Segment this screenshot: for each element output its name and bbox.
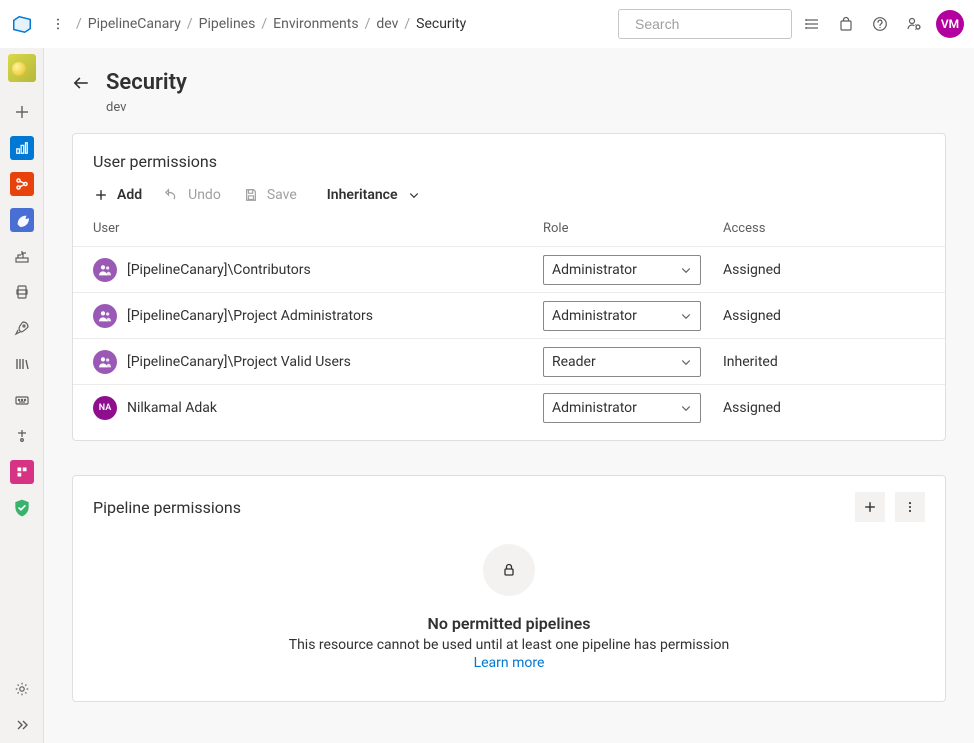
role-value: Administrator	[552, 262, 637, 278]
user-name: Nilkamal Adak	[127, 400, 217, 416]
nav-extension[interactable]	[0, 454, 44, 490]
user-avatar-icon: NA	[93, 396, 117, 420]
nav-rocket[interactable]	[0, 310, 44, 346]
access-value: Assigned	[723, 400, 925, 416]
nav-repos[interactable]	[0, 166, 44, 202]
pipeline-permissions-card: Pipeline permissions	[72, 475, 946, 702]
access-value: Assigned	[723, 262, 925, 278]
empty-title: No permitted pipelines	[428, 614, 591, 633]
add-button[interactable]: Add	[93, 187, 142, 203]
help-icon[interactable]	[872, 16, 888, 32]
crumb-project[interactable]: PipelineCanary	[88, 16, 181, 32]
nav-boards[interactable]	[0, 130, 44, 166]
back-arrow-icon[interactable]	[72, 74, 90, 92]
table-row[interactable]: NA Nilkamal Adak Administrator Assigned	[73, 384, 945, 430]
user-permissions-card: User permissions Add Undo	[72, 133, 946, 441]
plus-icon	[863, 500, 877, 514]
shopping-bag-icon[interactable]	[838, 16, 854, 32]
table-row[interactable]: [PipelineCanary]\Contributors Administrat…	[73, 246, 945, 292]
save-button: Save	[243, 187, 297, 203]
group-avatar-icon	[93, 258, 117, 282]
role-select[interactable]: Reader	[543, 347, 701, 377]
nav-collapse[interactable]	[0, 707, 44, 743]
chevron-down-icon	[680, 356, 692, 368]
pipeline-add-button[interactable]	[855, 492, 885, 522]
chevron-down-icon	[680, 402, 692, 414]
undo-button: Undo	[164, 187, 221, 203]
col-access-header: Access	[723, 221, 925, 236]
crumb-security[interactable]: Security	[416, 16, 466, 32]
col-user-header: User	[93, 221, 543, 236]
crumb-pipelines[interactable]: Pipelines	[199, 16, 256, 32]
user-avatar[interactable]: VM	[936, 10, 964, 38]
azure-devops-logo[interactable]	[0, 13, 44, 35]
nav-settings[interactable]	[0, 671, 44, 707]
nav-library[interactable]	[0, 346, 44, 382]
group-avatar-icon	[93, 350, 117, 374]
nav-testplans[interactable]	[0, 274, 44, 310]
pipeline-more-button[interactable]	[895, 492, 925, 522]
save-label: Save	[267, 187, 297, 203]
nav-keyboard[interactable]	[0, 382, 44, 418]
more-vertical-icon	[903, 500, 917, 514]
more-vertical-icon[interactable]	[44, 17, 72, 31]
col-role-header: Role	[543, 221, 723, 236]
project-avatar[interactable]	[8, 54, 36, 82]
chevron-down-icon	[680, 310, 692, 322]
breadcrumb: / PipelineCanary / Pipelines / Environme…	[76, 16, 466, 32]
nav-pipelines[interactable]	[0, 202, 44, 238]
table-row[interactable]: [PipelineCanary]\Project Administrators A…	[73, 292, 945, 338]
search-input[interactable]	[633, 15, 818, 33]
undo-icon	[164, 187, 180, 203]
user-settings-icon[interactable]	[906, 16, 922, 32]
empty-desc: This resource cannot be used until at le…	[289, 637, 730, 653]
access-value: Assigned	[723, 308, 925, 324]
role-value: Reader	[552, 354, 596, 370]
nav-add[interactable]	[0, 94, 44, 130]
page-subtitle: dev	[106, 100, 187, 115]
user-name: [PipelineCanary]\Project Valid Users	[127, 354, 351, 370]
plus-icon	[93, 187, 109, 203]
inheritance-dropdown[interactable]: Inheritance	[327, 187, 422, 203]
chevron-down-icon	[406, 187, 422, 203]
nav-tasks[interactable]	[0, 418, 44, 454]
access-value: Inherited	[723, 354, 925, 370]
list-icon[interactable]	[804, 16, 820, 32]
user-name: [PipelineCanary]\Project Administrators	[127, 308, 373, 324]
add-label: Add	[117, 187, 142, 203]
user-permissions-title: User permissions	[93, 152, 925, 171]
search-box[interactable]	[618, 9, 792, 39]
pipeline-permissions-title: Pipeline permissions	[93, 498, 241, 517]
role-value: Administrator	[552, 400, 637, 416]
undo-label: Undo	[188, 187, 221, 203]
inheritance-label: Inheritance	[327, 187, 398, 203]
group-avatar-icon	[93, 304, 117, 328]
table-row[interactable]: [PipelineCanary]\Project Valid Users Read…	[73, 338, 945, 384]
learn-more-link[interactable]: Learn more	[474, 655, 545, 671]
breadcrumb-sep: /	[76, 16, 82, 32]
role-select[interactable]: Administrator	[543, 301, 701, 331]
role-select[interactable]: Administrator	[543, 255, 701, 285]
user-name: [PipelineCanary]\Contributors	[127, 262, 311, 278]
save-icon	[243, 187, 259, 203]
page-title: Security	[106, 70, 187, 96]
lock-icon	[483, 544, 535, 596]
crumb-dev[interactable]: dev	[376, 16, 398, 32]
chevron-down-icon	[680, 264, 692, 276]
crumb-environments[interactable]: Environments	[273, 16, 358, 32]
nav-security[interactable]	[0, 490, 44, 526]
left-rail	[0, 48, 44, 743]
role-value: Administrator	[552, 308, 637, 324]
nav-artifacts[interactable]	[0, 238, 44, 274]
role-select[interactable]: Administrator	[543, 393, 701, 423]
